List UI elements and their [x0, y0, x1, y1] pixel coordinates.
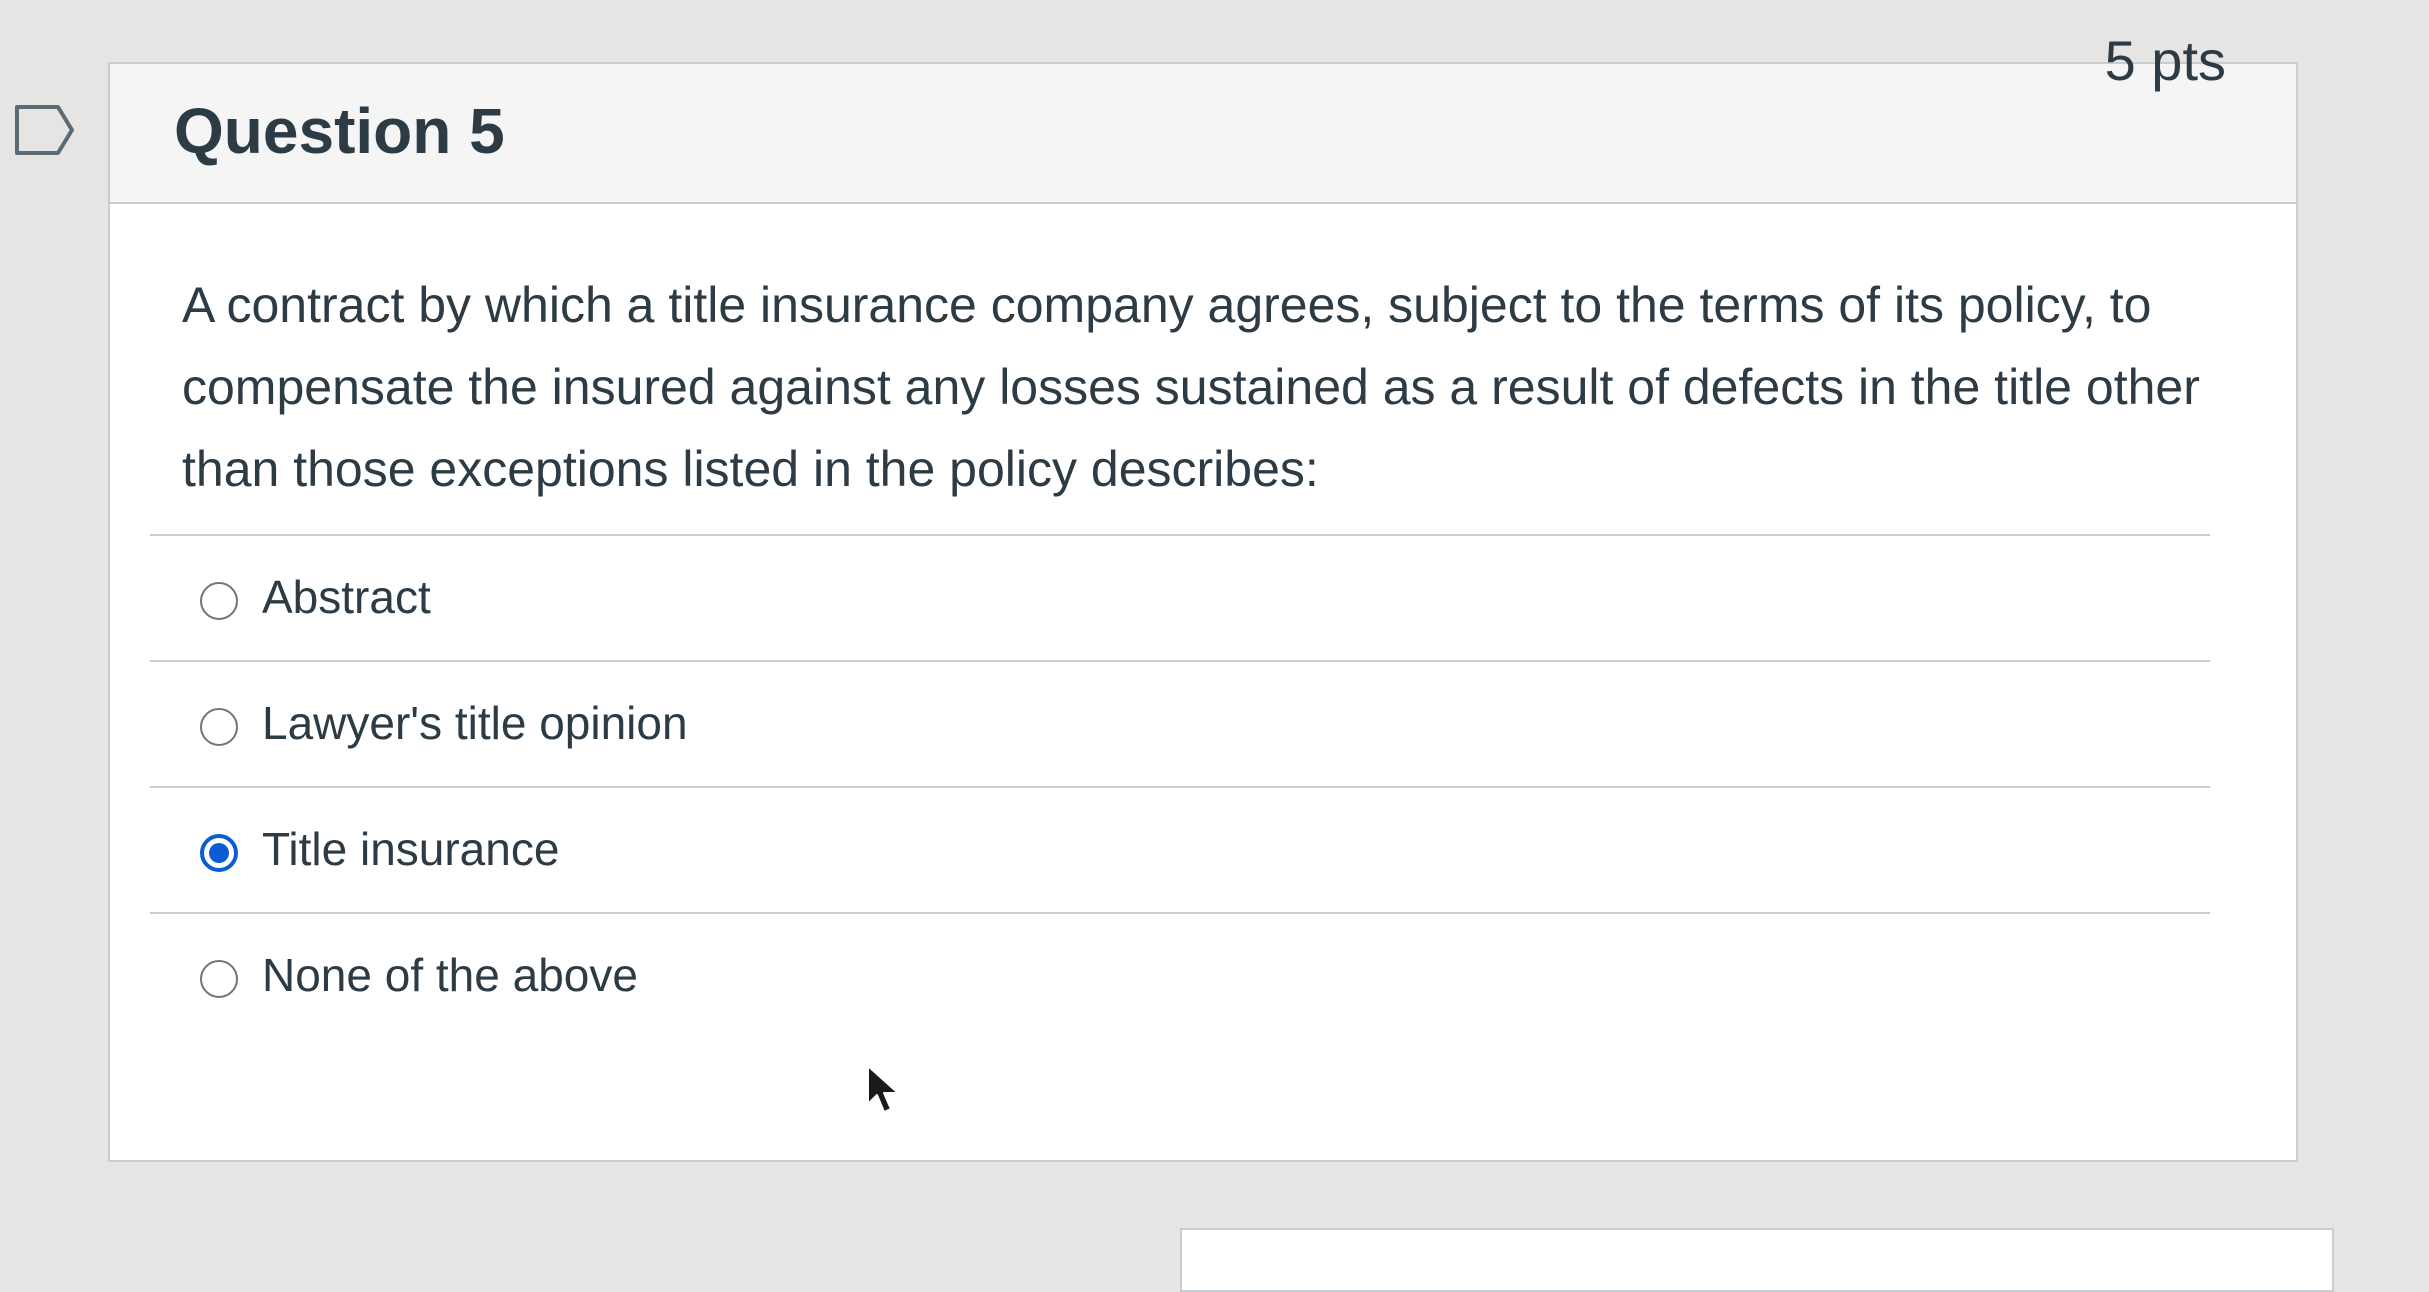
- answer-option[interactable]: Abstract: [150, 534, 2210, 660]
- radio-button-icon[interactable]: [200, 960, 238, 998]
- answer-option[interactable]: Title insurance: [150, 786, 2210, 912]
- radio-button-icon[interactable]: [200, 708, 238, 746]
- answer-option[interactable]: None of the above: [150, 912, 2210, 1038]
- answer-list: Abstract Lawyer's title opinion Title in…: [150, 534, 2210, 1038]
- question-text: A contract by which a title insurance co…: [182, 277, 2200, 497]
- radio-button-icon[interactable]: [200, 834, 238, 872]
- mouse-pointer-icon: [867, 1065, 899, 1113]
- answer-option[interactable]: Lawyer's title opinion: [150, 660, 2210, 786]
- answer-label: Title insurance: [262, 823, 560, 875]
- answer-label: Lawyer's title opinion: [262, 697, 688, 749]
- question-points: 5 pts: [2104, 29, 2226, 92]
- radio-button-icon[interactable]: [200, 582, 238, 620]
- answer-label: None of the above: [262, 949, 638, 1001]
- flag-question-icon[interactable]: [14, 104, 76, 156]
- question-card: Question 5 5 pts A contract by which a t…: [108, 29, 2298, 1162]
- question-header: Question 5 5 pts: [110, 29, 2296, 204]
- next-question-card: [1180, 1228, 2334, 1292]
- question-title: Question 5: [174, 95, 505, 167]
- answer-label: Abstract: [262, 571, 431, 623]
